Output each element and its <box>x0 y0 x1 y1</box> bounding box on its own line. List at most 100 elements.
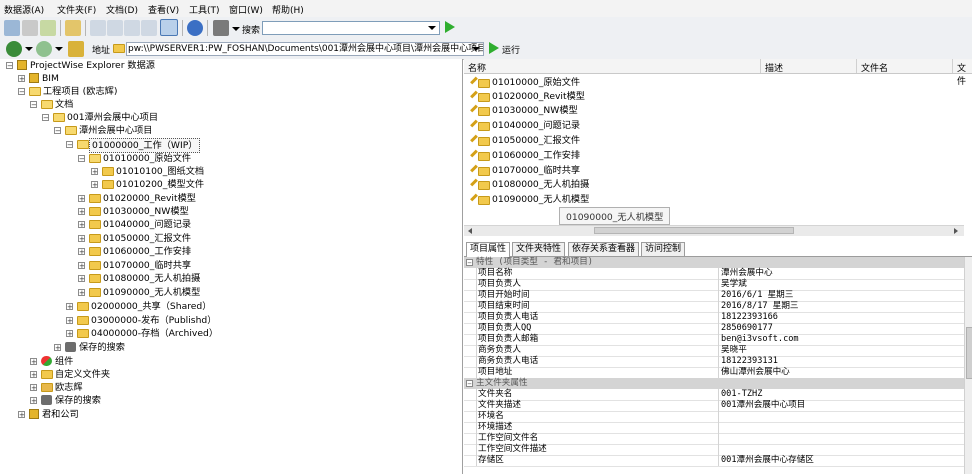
property-value[interactable]: 001潭州会展中心存储区 <box>718 455 814 466</box>
up-folder-icon[interactable] <box>68 41 84 57</box>
properties-icon[interactable] <box>65 20 81 36</box>
property-value[interactable]: 潭州会展中心 <box>718 268 773 279</box>
column-header-description[interactable]: 描述 <box>765 61 783 74</box>
new-icon[interactable] <box>4 20 20 36</box>
property-key: 环境描述 <box>476 422 718 433</box>
tab-dependency-viewer[interactable]: 依存关系查看器 <box>568 242 640 256</box>
property-category[interactable]: − 主文件夹属性 <box>464 378 964 389</box>
chevron-down-icon[interactable] <box>472 47 480 51</box>
scroll-left-icon[interactable] <box>468 228 472 234</box>
address-input[interactable]: pw:\\PWSERVER1:PW_FOSHAN\Documents\001潭州… <box>126 42 484 56</box>
property-value[interactable]: ben@i3vsoft.com <box>718 334 799 345</box>
property-value[interactable]: 吴晓平 <box>718 345 747 356</box>
forward-dropdown-icon[interactable] <box>55 47 63 51</box>
chevron-down-icon[interactable] <box>428 26 436 30</box>
tab-project-properties[interactable]: 项目属性 <box>466 242 511 257</box>
property-value[interactable]: 2850690177 <box>718 323 773 334</box>
expand-icon[interactable]: + <box>18 75 25 83</box>
column-divider[interactable] <box>760 59 761 73</box>
menu-folder[interactable]: 文件夹(F) <box>57 3 96 16</box>
property-value[interactable]: 001-TZHZ <box>718 389 762 400</box>
column-header-name[interactable]: 名称 <box>468 61 486 74</box>
binoculars-icon[interactable] <box>213 20 229 36</box>
expand-icon[interactable]: + <box>91 168 98 176</box>
expand-icon[interactable]: + <box>30 384 37 392</box>
expand-icon[interactable]: + <box>66 303 73 311</box>
run-search-icon[interactable] <box>445 21 455 33</box>
expand-icon[interactable]: + <box>78 289 85 297</box>
column-header-filename[interactable]: 文件名 <box>861 61 888 74</box>
expand-icon[interactable]: + <box>78 275 85 283</box>
scroll-right-icon[interactable] <box>954 228 958 234</box>
expand-icon[interactable]: + <box>91 181 98 189</box>
back-icon[interactable] <box>6 41 22 57</box>
horizontal-scrollbar[interactable] <box>464 225 964 236</box>
expand-icon[interactable]: + <box>78 208 85 216</box>
property-value[interactable]: 佛山潭州会展中心 <box>718 367 790 378</box>
menu-document[interactable]: 文档(D) <box>106 3 138 16</box>
menu-window[interactable]: 窗口(W) <box>229 3 263 16</box>
expand-icon[interactable]: + <box>78 262 85 270</box>
search-input[interactable] <box>262 21 440 35</box>
large-icons-view-icon[interactable] <box>90 20 106 36</box>
column-divider[interactable] <box>856 59 857 73</box>
collapse-icon[interactable]: − <box>78 155 85 163</box>
property-value[interactable] <box>718 411 721 422</box>
property-value[interactable]: 18122393166 <box>718 312 778 323</box>
column-header-file[interactable]: 文件 <box>957 61 972 87</box>
small-icons-view-icon[interactable] <box>107 20 123 36</box>
collapse-icon[interactable]: − <box>18 88 25 96</box>
property-value[interactable]: 吴学斌 <box>718 279 747 290</box>
copy-icon[interactable] <box>40 20 56 36</box>
tab-folder-properties[interactable]: 文件夹特性 <box>512 242 566 256</box>
go-button[interactable]: 运行 <box>502 43 520 56</box>
go-icon[interactable] <box>489 42 499 54</box>
property-value[interactable] <box>718 433 721 444</box>
thumbnail-view-icon[interactable] <box>141 20 157 36</box>
list-view-icon[interactable] <box>124 20 140 36</box>
collapse-icon[interactable]: − <box>466 380 473 388</box>
expand-icon[interactable]: + <box>30 397 37 405</box>
property-key: 项目负责人邮箱 <box>476 334 718 345</box>
property-value[interactable] <box>718 444 721 455</box>
expand-icon[interactable]: + <box>30 358 37 366</box>
collapse-icon[interactable]: − <box>466 259 473 267</box>
expand-icon[interactable]: + <box>54 344 61 352</box>
folder-icon <box>89 220 101 229</box>
property-value[interactable]: 001潭州会展中心项目 <box>718 400 805 411</box>
column-divider[interactable] <box>952 59 953 73</box>
property-value[interactable]: 2016/8/17 星期三 <box>718 301 799 312</box>
vertical-scrollbar[interactable] <box>964 257 972 474</box>
scroll-thumb[interactable] <box>594 227 794 234</box>
collapse-icon[interactable]: − <box>54 127 61 135</box>
expand-icon[interactable]: + <box>30 371 37 379</box>
collapse-icon[interactable]: − <box>66 141 73 149</box>
expand-icon[interactable]: + <box>66 330 73 338</box>
expand-icon[interactable]: + <box>18 411 25 419</box>
property-value[interactable]: 18122393131 <box>718 356 778 367</box>
collapse-icon[interactable]: − <box>42 114 49 122</box>
menu-datasource[interactable]: 数据源(A) <box>4 3 44 16</box>
expand-icon[interactable]: + <box>78 235 85 243</box>
property-row[interactable]: 存储区 001潭州会展中心存储区 <box>464 455 964 467</box>
property-value[interactable] <box>718 422 721 433</box>
expand-icon[interactable]: + <box>78 248 85 256</box>
menu-view[interactable]: 查看(V) <box>148 3 179 16</box>
property-value[interactable]: 2016/6/1 星期三 <box>718 290 793 301</box>
collapse-icon[interactable]: − <box>6 62 13 70</box>
expand-icon[interactable]: + <box>66 317 73 325</box>
expand-icon[interactable]: + <box>78 195 85 203</box>
menu-tools[interactable]: 工具(T) <box>189 3 220 16</box>
tab-access-control[interactable]: 访问控制 <box>641 242 686 256</box>
back-dropdown-icon[interactable] <box>25 47 33 51</box>
scroll-thumb[interactable] <box>966 327 972 379</box>
help-icon[interactable] <box>187 20 203 36</box>
property-category[interactable]: − 特性 (项目类型 - 君和项目) <box>464 257 964 268</box>
menu-help[interactable]: 帮助(H) <box>272 3 304 16</box>
collapse-icon[interactable]: − <box>30 101 37 109</box>
details-view-icon[interactable] <box>160 19 178 36</box>
edit-icon[interactable] <box>22 20 38 36</box>
forward-icon[interactable] <box>36 41 52 57</box>
expand-icon[interactable]: + <box>78 221 85 229</box>
search-dropdown-arrow-icon[interactable] <box>232 27 240 31</box>
